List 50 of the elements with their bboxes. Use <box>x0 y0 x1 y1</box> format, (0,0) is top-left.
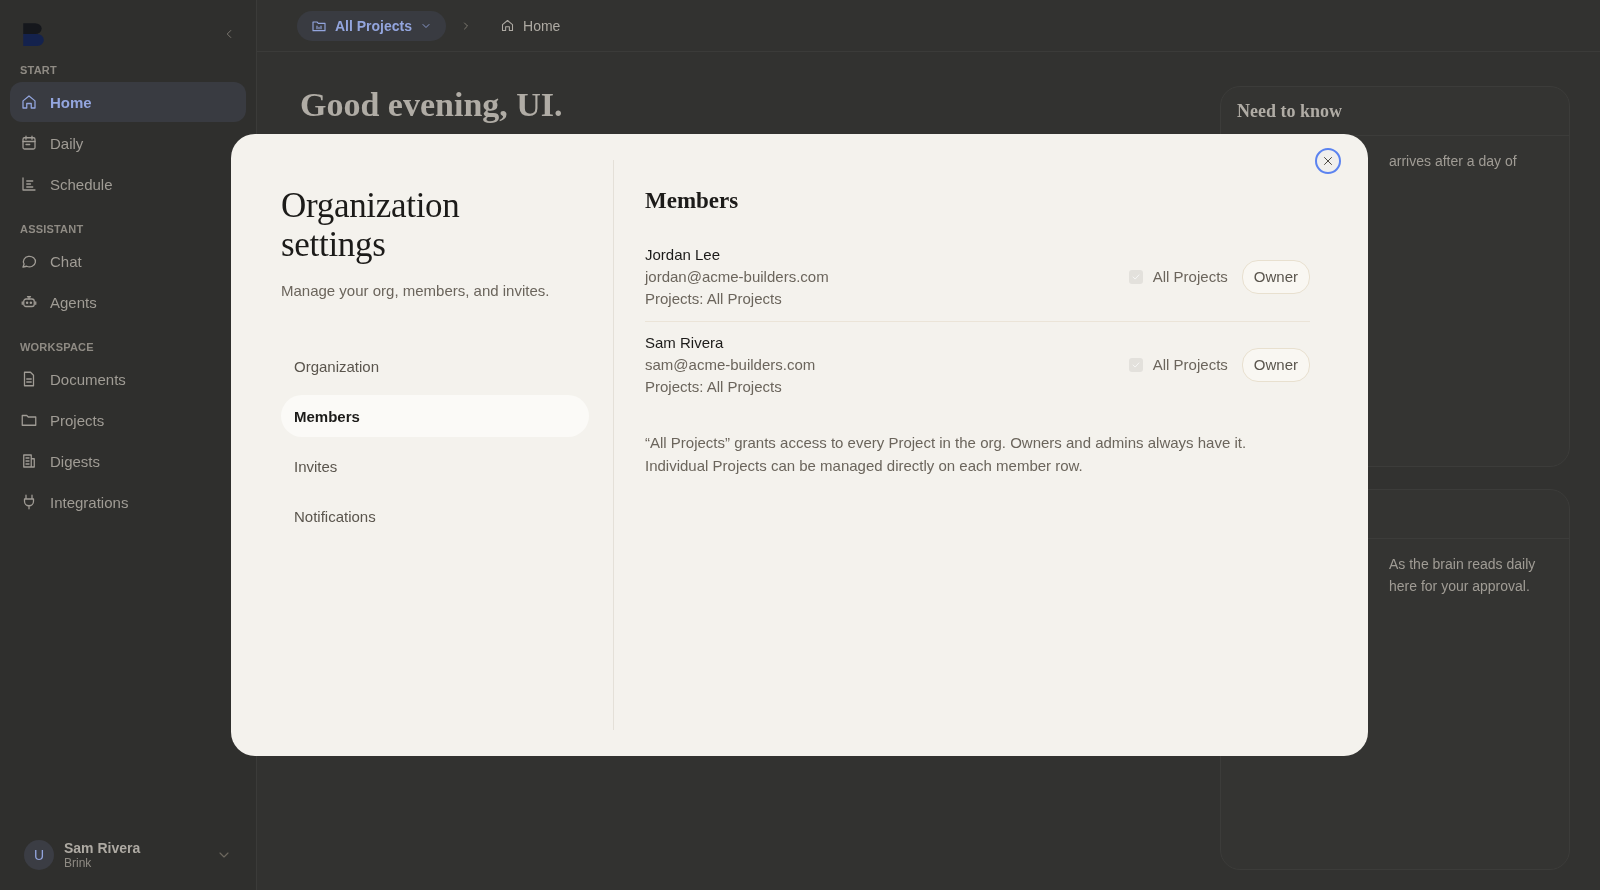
member-projects: Projects: All Projects <box>645 378 783 395</box>
list-icon <box>20 175 38 193</box>
member-projects: Projects: All Projects <box>645 290 783 307</box>
checkbox-label: All Projects <box>1152 268 1228 285</box>
settings-tab[interactable]: Notifications <box>281 495 589 537</box>
close-button[interactable] <box>1315 148 1341 174</box>
help-text: “All Projects” grants access to every Project in the org. Owners and admins always have it. Individual Projects can be managed directly on each member row. <box>645 433 1248 476</box>
nav-item[interactable]: Projects <box>10 400 246 440</box>
breadcrumb-link[interactable]: Home <box>486 10 575 41</box>
card-text: As the brain reads daily <box>1389 555 1536 574</box>
settings-tab[interactable]: Members <box>281 395 589 437</box>
checkbox-label: All Projects <box>1152 356 1228 373</box>
nav-item[interactable]: Integrations <box>10 482 246 522</box>
check-icon <box>1130 271 1141 282</box>
nav-item[interactable]: Agents <box>10 282 246 322</box>
nav-item[interactable]: Daily <box>10 123 246 163</box>
project-selector[interactable]: All Projects <box>297 10 447 41</box>
role-badge: Owner <box>1241 347 1310 382</box>
nav-item[interactable]: Chat <box>10 241 246 281</box>
user-name: Sam Rivera <box>64 840 142 856</box>
avatar: U <box>24 840 54 870</box>
newspaper-icon <box>20 452 38 470</box>
calendar-icon <box>20 134 38 152</box>
card-text: arrives after a day of <box>1389 152 1517 171</box>
section-label: START <box>19 64 58 76</box>
dialog-subtitle: Manage your org, members, and invites. <box>281 282 551 299</box>
card-title: Need to know <box>1237 100 1342 122</box>
member-name: Jordan Lee <box>645 246 722 263</box>
org-name: Brink <box>64 856 93 870</box>
nav-item[interactable]: Home <box>10 82 246 122</box>
nav-item[interactable]: Digests <box>10 441 246 481</box>
member-email: jordan@acme-builders.com <box>645 268 830 285</box>
settings-tab[interactable]: Invites <box>281 445 589 487</box>
dialog-title: Organization settings <box>281 186 461 264</box>
section-title: Members <box>645 188 740 214</box>
nav-item[interactable]: Schedule <box>10 164 246 204</box>
card-text: here for your approval. <box>1389 577 1530 596</box>
section-label: WORKSPACE <box>19 341 95 353</box>
home-icon <box>500 18 516 33</box>
close-icon <box>1321 154 1335 168</box>
settings-tab[interactable]: Organization <box>281 345 589 387</box>
section-label: ASSISTANT <box>19 223 85 235</box>
role-badge: Owner <box>1241 259 1310 294</box>
member-email: sam@acme-builders.com <box>645 356 817 373</box>
nav-item[interactable]: Documents <box>10 359 246 399</box>
greeting-heading: Good evening, UI. <box>300 86 563 124</box>
user-menu[interactable]: U Sam Rivera Brink <box>10 832 246 878</box>
home-icon <box>20 93 38 111</box>
member-name: Sam Rivera <box>645 334 725 351</box>
check-icon <box>1130 359 1141 370</box>
